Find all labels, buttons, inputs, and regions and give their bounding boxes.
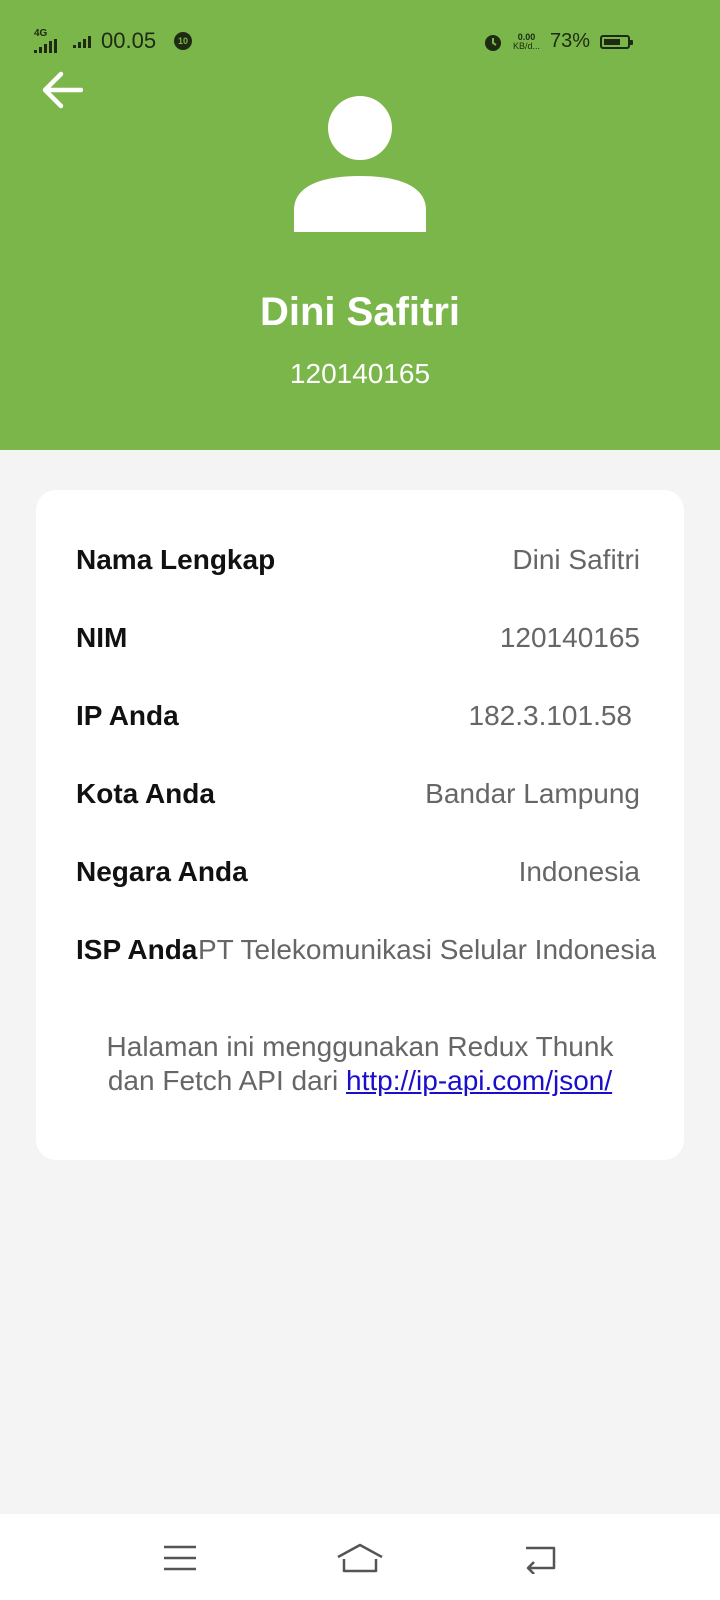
home-icon: [337, 1543, 383, 1573]
info-value: Bandar Lampung: [425, 778, 640, 809]
note-line-2: dan Fetch API dari: [107, 1065, 346, 1096]
api-link[interactable]: http://ip-api.com/json/: [346, 1065, 612, 1096]
signal-icon: [34, 39, 57, 53]
info-card: Nama Lengkap Dini Safitri NIM 120140165 …: [36, 490, 684, 1160]
menu-icon: [164, 1545, 196, 1571]
back-nav-button[interactable]: [510, 1536, 570, 1580]
api-info-note: Halaman ini menggunakan Redux Thunk dan …: [56, 1030, 664, 1098]
profile-header: 4G 00.05 10 0.00 KB/d... 73% Dini Safitr…: [0, 0, 720, 450]
clock-time: 00.05: [101, 28, 157, 53]
network-4g-indicator: 4G: [34, 29, 57, 53]
back-icon: [526, 1546, 556, 1574]
menu-button[interactable]: [150, 1536, 210, 1580]
net-speed-indicator: 0.00 KB/d...: [512, 32, 540, 51]
info-row-negara: Negara Anda Indonesia: [76, 856, 680, 896]
info-label: ISP Anda: [76, 934, 198, 965]
info-value: Dini Safitri: [512, 544, 640, 575]
network-type-label: 4G: [34, 28, 48, 39]
user-avatar-icon: [294, 96, 426, 232]
alarm-icon: [484, 34, 501, 51]
battery-icon: [600, 34, 633, 49]
info-row-ip: IP Anda 182.3.101.58: [76, 700, 680, 740]
profile-nim: 120140165: [289, 358, 431, 389]
status-bar: 4G 00.05 10 0.00 KB/d... 73%: [0, 0, 720, 80]
info-label: Negara Anda: [76, 856, 248, 887]
info-label: Nama Lengkap: [76, 544, 276, 575]
home-button[interactable]: [330, 1536, 390, 1580]
info-row-nim: NIM 120140165: [76, 622, 680, 662]
battery-percent: 73%: [549, 30, 590, 52]
notification-badge-icon: 10: [174, 32, 193, 50]
profile-name: Dini Safitri: [259, 290, 461, 334]
info-value: 120140165: [499, 622, 640, 653]
info-label: Kota Anda: [76, 778, 215, 809]
info-value: PT Telekomunikasi Selular Indonesia: [198, 934, 657, 965]
battery-fill: [604, 38, 620, 45]
net-speed-unit: KB/d...: [512, 40, 540, 51]
back-button[interactable]: [38, 68, 86, 112]
info-label: IP Anda: [76, 700, 179, 731]
info-row-kota: Kota Anda Bandar Lampung: [76, 778, 680, 818]
info-value: Indonesia: [518, 856, 640, 887]
note-line-1: Halaman ini menggunakan Redux Thunk: [106, 1031, 614, 1062]
info-label: NIM: [76, 622, 128, 653]
signal-2-icon: [73, 34, 91, 48]
arrow-left-icon: [42, 71, 83, 109]
info-row-nama: Nama Lengkap Dini Safitri: [76, 544, 680, 584]
info-value: 182.3.101.58: [468, 700, 633, 731]
system-nav-bar: [0, 1514, 720, 1600]
info-row-isp: ISP Anda PT Telekomunikasi Selular Indon…: [76, 934, 680, 974]
